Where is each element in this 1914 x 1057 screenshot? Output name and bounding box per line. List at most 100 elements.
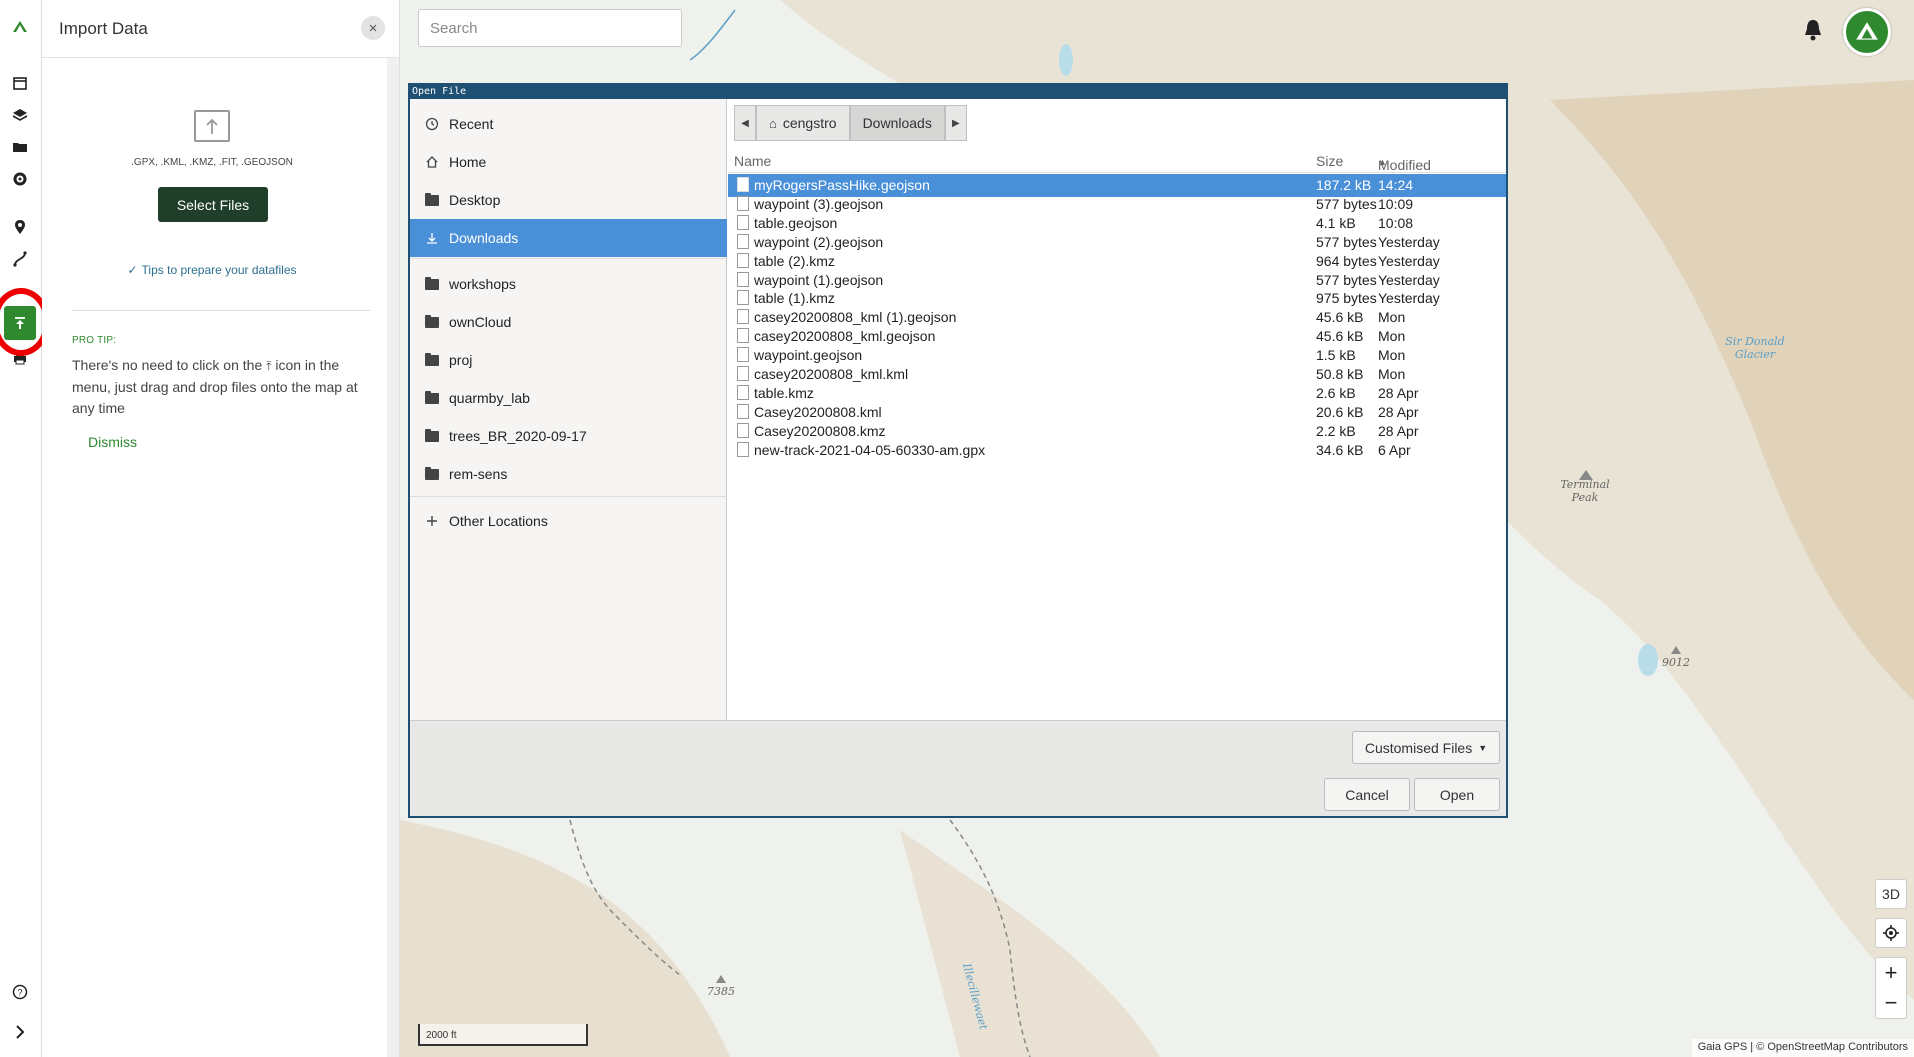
place-item-desktop[interactable]: Desktop [410,181,727,219]
folder-icon [425,428,439,442]
waypoint-icon[interactable] [7,214,33,240]
path-segment-downloads[interactable]: Downloads [849,105,945,141]
file-name: waypoint (2).geojson [754,233,884,250]
file-name: casey20200808_kml.geojson [754,328,936,345]
file-name: Casey20200808.kml [754,403,882,420]
layers-icon[interactable] [7,102,33,128]
place-label: Desktop [449,192,501,208]
help-icon[interactable]: ? [7,979,33,1005]
map-label-peak: Terminal Peak [1560,478,1610,504]
file-name: casey20200808_kml (1).geojson [754,309,957,326]
file-name: new-track-2021-04-05-60330-am.gpx [754,441,986,458]
home-icon: ⌂ [769,115,777,131]
plus-icon [427,516,437,526]
clock-icon [425,117,439,131]
gaia-logo-icon[interactable] [7,15,33,41]
file-modified: 6 Apr [1378,441,1411,458]
file-name: waypoint (1).geojson [754,271,884,288]
panel-scrollbar[interactable] [387,58,399,1057]
place-item-recent[interactable]: Recent [410,105,727,143]
place-label: Downloads [449,230,519,246]
places-separator [410,258,727,259]
place-item-downloads[interactable]: Downloads [410,219,727,257]
close-icon[interactable]: × [361,16,385,40]
column-size[interactable]: Size [1316,153,1343,169]
locate-icon[interactable] [1875,918,1907,948]
3d-toggle-button[interactable]: 3D [1875,879,1907,909]
file-modified: Yesterday [1378,271,1440,288]
file-size: 577 bytes [1316,195,1377,212]
path-back-arrow-icon[interactable]: ◀ [734,105,756,141]
protip-label: PRO TIP: [72,335,117,346]
search-input[interactable] [418,9,682,47]
gear-icon[interactable] [7,166,33,192]
path-segment-home[interactable]: ⌂ cengstro [756,105,850,141]
file-icon [737,271,749,287]
file-size: 20.6 kB [1316,403,1364,420]
place-item-home[interactable]: Home [410,143,727,181]
path-forward-arrow-icon[interactable]: ▶ [944,105,967,141]
file-modified: 28 Apr [1378,403,1419,420]
home-icon [426,156,438,168]
column-name[interactable]: Name [734,153,771,169]
dialog-footer: Customised Files ▼ Cancel Open [410,720,1506,816]
cancel-button[interactable]: Cancel [1324,778,1410,811]
select-files-button[interactable]: Select Files [158,187,268,222]
route-icon[interactable] [7,246,33,272]
file-icon [737,384,749,400]
expand-chevron-icon[interactable] [7,1019,33,1045]
file-row[interactable]: new-track-2021-04-05-60330-am.gpx 34.6 kB… [728,439,1506,462]
file-icon [737,252,749,268]
place-item-trees-br-2020-09-17[interactable]: trees_BR_2020-09-17 [410,417,727,455]
file-name: waypoint.geojson [754,347,863,364]
file-modified: Yesterday [1378,252,1440,269]
tips-link[interactable]: ✓ Tips to prepare your datafiles [42,263,382,277]
folder-icon[interactable] [7,134,33,160]
chevron-down-icon: ▼ [1478,742,1488,753]
file-size: 4.1 kB [1316,214,1356,231]
place-label: ownCloud [449,314,512,330]
zoom-out-button[interactable]: − [1876,988,1906,1018]
dismiss-link[interactable]: Dismiss [88,434,137,450]
open-button[interactable]: Open [1414,778,1500,811]
file-icon [737,309,749,325]
file-modified: 10:08 [1378,214,1414,231]
place-item-workshops[interactable]: workshops [410,265,727,303]
folder-icon [425,390,439,404]
dialog-title: Open File [410,85,1506,99]
file-icon [737,347,749,363]
file-filter-label: Customised Files [1364,739,1473,756]
folder-icon [425,466,439,480]
file-icon [737,366,749,381]
place-label: Recent [449,116,494,132]
folder-icon [425,352,439,366]
path-bar: ◀ ⌂ cengstro Downloads ▶ [734,105,967,141]
file-modified: 14:24 [1378,177,1414,193]
scale-bar: 2000 ft [418,1024,588,1046]
file-icon [737,233,749,249]
place-item-other-locations[interactable]: Other Locations [410,502,727,540]
tips-link-label: Tips to prepare your datafiles [141,263,297,277]
file-modified: Yesterday [1378,290,1440,307]
file-icon [737,214,749,230]
file-modified: 28 Apr [1378,422,1419,439]
upload-icon: ⤒ [266,359,272,373]
bell-icon[interactable] [1802,18,1824,42]
place-label: quarmby_lab [449,390,530,406]
file-name: table.kmz [754,384,814,401]
file-icon [737,422,749,438]
file-size: 975 bytes [1316,290,1377,307]
file-list: Name Size Modified ▲ myRogersPassHike.ge… [728,149,1506,720]
file-size: 2.2 kB [1316,422,1356,439]
calendar-icon[interactable] [7,70,33,96]
file-filter-dropdown[interactable]: Customised Files ▼ [1352,731,1500,764]
place-item-rem-sens[interactable]: rem-sens [410,455,727,493]
file-name: Casey20200808.kmz [754,422,886,439]
place-item-proj[interactable]: proj [410,341,727,379]
avatar[interactable] [1843,8,1891,56]
place-item-owncloud[interactable]: ownCloud [410,303,727,341]
place-item-quarmby-lab[interactable]: quarmby_lab [410,379,727,417]
open-file-dialog: Open File Recent Home Desktop Downloads work… [408,83,1508,818]
file-icon [737,177,749,192]
zoom-in-button[interactable]: + [1876,958,1906,988]
